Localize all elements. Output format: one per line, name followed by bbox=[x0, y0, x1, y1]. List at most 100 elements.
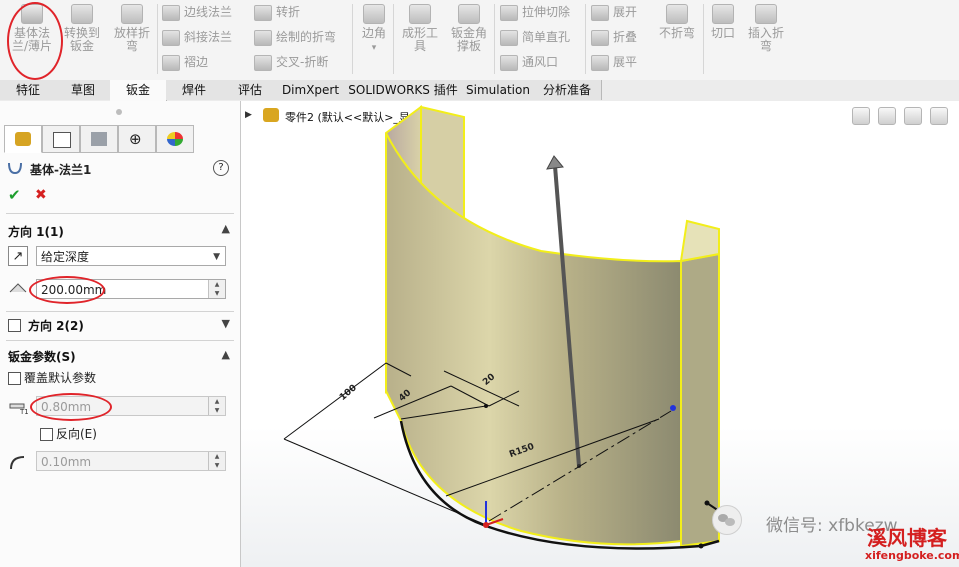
direction2-header[interactable]: 方向 2(2) bbox=[28, 317, 84, 334]
ribbon-separator bbox=[393, 4, 394, 74]
jog-button[interactable]: 转折 bbox=[254, 2, 300, 22]
sketched-bend-icon bbox=[254, 29, 272, 46]
direction1-header[interactable]: 方向 1(1) bbox=[8, 223, 64, 240]
insert-bends-button[interactable]: 插入折 弯 bbox=[744, 4, 788, 53]
chevron-up-icon[interactable]: ▲ bbox=[222, 348, 230, 361]
chevron-down-icon[interactable]: ▾ bbox=[372, 43, 377, 53]
direction2-checkbox[interactable] bbox=[8, 319, 21, 332]
simple-hole-button[interactable]: 简单直孔 bbox=[500, 27, 570, 47]
ribbon-separator bbox=[157, 4, 158, 74]
tab-features[interactable]: 特征 bbox=[0, 80, 57, 100]
property-manager-panel: ⊕ 基体-法兰1 ? ✔ ✖ 方向 1(1) ▲ ↗ 给定深度 ▼ 200.00… bbox=[0, 101, 241, 567]
tab-dimxpert[interactable]: DimXpert bbox=[278, 80, 344, 100]
feature-manager-tab[interactable] bbox=[4, 125, 42, 153]
bend-radius-spinner[interactable]: ▲ ▼ bbox=[208, 452, 225, 470]
bend-radius-input[interactable]: 0.10mm ▲ ▼ bbox=[36, 451, 226, 471]
flatten-icon bbox=[591, 54, 609, 71]
configuration-manager-tab[interactable] bbox=[80, 125, 118, 153]
reverse-thickness-label: 反向(E) bbox=[56, 427, 97, 441]
ribbon-separator bbox=[585, 4, 586, 74]
forming-tool-icon bbox=[409, 4, 431, 24]
model-canvas bbox=[283, 105, 720, 550]
corners-button[interactable]: 边角 ▾ bbox=[357, 4, 391, 55]
base-flange-button[interactable]: 基体法 兰/薄片 bbox=[8, 4, 56, 53]
edge-flange-button[interactable]: 边线法兰 bbox=[162, 2, 232, 22]
list-icon bbox=[53, 132, 71, 148]
property-manager-tab[interactable] bbox=[42, 125, 80, 153]
tab-evaluate[interactable]: 评估 bbox=[222, 80, 279, 100]
sheetmetal-params-header[interactable]: 钣金参数(S) bbox=[8, 348, 76, 365]
base-flange-icon bbox=[7, 160, 23, 176]
ok-button[interactable]: ✔ bbox=[8, 186, 21, 204]
depth-spinner[interactable]: ▲ ▼ bbox=[208, 280, 225, 298]
hem-button[interactable]: 褶边 bbox=[162, 52, 208, 72]
base-flange-icon bbox=[21, 4, 43, 24]
cancel-button[interactable]: ✖ bbox=[35, 187, 47, 203]
no-bends-button[interactable]: 不折弯 bbox=[655, 4, 699, 40]
tab-weldments[interactable]: 焊件 bbox=[166, 80, 223, 100]
depth-input[interactable]: 200.00mm ▲ ▼ bbox=[36, 279, 226, 299]
divider bbox=[6, 311, 234, 312]
graphics-viewport[interactable]: ▶ 零件2 (默认<<默认>_显... 100 40 20 R150 微信号: … bbox=[241, 101, 959, 567]
svg-text:T1: T1 bbox=[19, 408, 28, 414]
vent-icon bbox=[500, 54, 518, 71]
forming-tool-button[interactable]: 成形工 具 bbox=[398, 4, 442, 53]
dimxpert-manager-tab[interactable]: ⊕ bbox=[118, 125, 156, 153]
miter-flange-button[interactable]: 斜接法兰 bbox=[162, 27, 232, 47]
thickness-icon: T1 bbox=[8, 398, 29, 416]
jog-icon bbox=[254, 4, 272, 21]
edge-flange-icon bbox=[162, 4, 180, 21]
blog-url-text: xifengboke.com bbox=[865, 549, 959, 562]
extruded-cut-button[interactable]: 拉伸切除 bbox=[500, 2, 570, 22]
gusset-icon bbox=[458, 4, 480, 24]
wechat-icon bbox=[712, 505, 742, 535]
direction-arrow-head bbox=[546, 155, 564, 170]
tab-sketch[interactable]: 草图 bbox=[56, 80, 111, 100]
thickness-input[interactable]: 0.80mm ▲ ▼ bbox=[36, 396, 226, 416]
thickness-spinner[interactable]: ▲ ▼ bbox=[208, 397, 225, 415]
simple-hole-icon bbox=[500, 29, 518, 46]
convert-to-sheetmetal-button[interactable]: 转换到 钣金 bbox=[60, 4, 104, 53]
override-defaults-checkbox[interactable] bbox=[8, 372, 21, 385]
cross-break-button[interactable]: 交叉-折断 bbox=[254, 52, 328, 72]
appearance-icon bbox=[167, 132, 183, 146]
help-icon[interactable]: ? bbox=[213, 160, 229, 176]
corners-icon bbox=[363, 4, 385, 24]
hem-icon bbox=[162, 54, 180, 71]
blog-logo-text: 溪风博客 bbox=[867, 526, 947, 550]
sketched-bend-button[interactable]: 绘制的折弯 bbox=[254, 27, 336, 47]
tab-addins[interactable]: SOLIDWORKS 插件 bbox=[343, 80, 464, 100]
insert-bends-icon bbox=[755, 4, 777, 24]
reverse-direction-icon[interactable]: ↗ bbox=[8, 246, 28, 266]
panel-grip-icon[interactable] bbox=[116, 109, 122, 115]
gusset-button[interactable]: 钣金角 撑板 bbox=[446, 4, 492, 53]
command-tabs: 特征 草图 钣金 焊件 评估 DimXpert SOLIDWORKS 插件 Si… bbox=[0, 80, 959, 102]
end-condition-select[interactable]: 给定深度 ▼ bbox=[36, 246, 226, 266]
chevron-down-icon[interactable]: ▼ bbox=[222, 317, 230, 330]
chevron-up-icon[interactable]: ▲ bbox=[222, 222, 230, 235]
lofted-bend-button[interactable]: 放样折 弯 bbox=[110, 4, 154, 53]
vent-button[interactable]: 通风口 bbox=[500, 52, 558, 72]
ribbon-separator bbox=[703, 4, 704, 74]
curved-shell-face bbox=[385, 132, 682, 546]
extruded-cut-icon bbox=[500, 4, 518, 21]
fold-button[interactable]: 折叠 bbox=[591, 27, 637, 47]
reverse-thickness-checkbox[interactable] bbox=[40, 428, 53, 441]
override-defaults-label: 覆盖默认参数 bbox=[24, 371, 97, 385]
unfold-icon bbox=[591, 4, 609, 21]
right-flange-top-face bbox=[679, 219, 720, 263]
tab-analysis-prep[interactable]: 分析准备 bbox=[533, 80, 602, 100]
ribbon-separator bbox=[494, 4, 495, 74]
depth-icon bbox=[8, 280, 28, 296]
unfold-button[interactable]: 展开 bbox=[591, 2, 637, 22]
tab-simulation[interactable]: Simulation bbox=[463, 80, 534, 100]
rip-button[interactable]: 切口 bbox=[706, 4, 740, 40]
flatten-button[interactable]: 展平 bbox=[591, 52, 637, 72]
right-flange-face bbox=[680, 252, 720, 548]
convert-to-sheetmetal-icon bbox=[71, 4, 93, 24]
divider bbox=[6, 213, 234, 214]
tab-sheetmetal[interactable]: 钣金 bbox=[110, 80, 167, 101]
config-icon bbox=[91, 132, 107, 146]
feature-title: 基体-法兰1 bbox=[30, 163, 92, 177]
display-manager-tab[interactable] bbox=[156, 125, 194, 153]
